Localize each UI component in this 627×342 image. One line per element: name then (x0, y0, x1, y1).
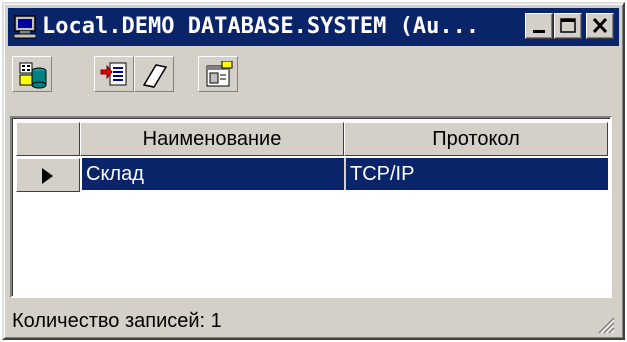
eraser-icon (142, 64, 168, 88)
row-indicator[interactable] (16, 158, 80, 192)
computer-icon (13, 15, 37, 39)
close-button[interactable] (586, 13, 614, 39)
properties-button[interactable] (198, 56, 238, 92)
records-grid[interactable]: Наименование Протокол Склад TCP/IP (10, 116, 612, 298)
resize-grip-icon[interactable] (595, 314, 615, 334)
add-record-button[interactable] (94, 56, 134, 92)
maximize-icon (560, 18, 576, 33)
column-header-protocol[interactable]: Протокол (344, 122, 608, 156)
current-row-arrow-icon (42, 168, 53, 184)
database-icon (19, 62, 47, 89)
column-header-name[interactable]: Наименование (80, 122, 344, 156)
minimize-icon (533, 30, 545, 33)
erase-button[interactable] (134, 56, 174, 92)
properties-icon (206, 61, 233, 87)
cell-name[interactable]: Склад (82, 158, 344, 190)
add-record-icon (100, 62, 127, 86)
title-bar[interactable]: Local.DEMO DATABASE.SYSTEM (Au... (8, 8, 619, 46)
record-count: Количество записей: 1 (12, 310, 222, 332)
database-properties-button[interactable] (12, 56, 52, 92)
table-row[interactable]: Склад TCP/IP (82, 158, 608, 190)
database-window: Local.DEMO DATABASE.SYSTEM (Au... Наимен… (2, 2, 625, 340)
minimize-button[interactable] (525, 13, 553, 39)
indicator-column-header (16, 122, 80, 156)
window-title: Local.DEMO DATABASE.SYSTEM (Au... (42, 14, 480, 39)
close-icon (592, 17, 608, 34)
maximize-button[interactable] (554, 13, 582, 39)
status-bar: Количество записей: 1 (8, 304, 619, 336)
toolbar (8, 50, 619, 108)
cell-protocol[interactable]: TCP/IP (346, 158, 608, 190)
